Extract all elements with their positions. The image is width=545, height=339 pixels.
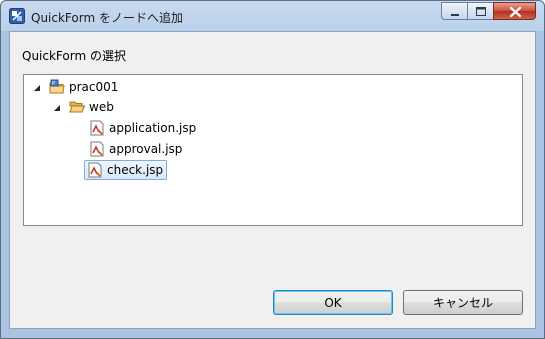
tree-node-text: check.jsp bbox=[107, 163, 164, 177]
close-button[interactable] bbox=[493, 2, 536, 20]
tree-node-approval-jsp[interactable]: approval.jsp bbox=[86, 139, 186, 159]
tree-node-text: application.jsp bbox=[109, 121, 197, 135]
expanded-arrow-icon[interactable] bbox=[52, 102, 62, 112]
svg-text:P: P bbox=[52, 81, 55, 87]
tree-node-label-wrap: P prac001 bbox=[46, 77, 122, 97]
dialog-window: QuickForm をノードへ追加 QuickForm の選択 P prac00… bbox=[0, 0, 545, 339]
tree-node-label-wrap: web bbox=[66, 97, 118, 117]
tree-node-label-wrap: approval.jsp bbox=[86, 139, 186, 159]
tree-node-check-jsp[interactable]: check.jsp bbox=[84, 160, 168, 180]
project-folder-icon: P bbox=[49, 79, 65, 95]
title-bar[interactable]: QuickForm をノードへ追加 bbox=[1, 1, 544, 31]
window-title: QuickForm をノードへ追加 bbox=[31, 11, 183, 25]
maximize-button[interactable] bbox=[467, 2, 493, 20]
maximize-icon bbox=[476, 7, 486, 16]
tree-node-text: web bbox=[89, 100, 114, 114]
section-label: QuickForm の選択 bbox=[22, 49, 126, 63]
cancel-button[interactable]: キャンセル bbox=[403, 290, 523, 315]
tree-node-application-jsp[interactable]: application.jsp bbox=[86, 118, 200, 138]
quickform-tree[interactable]: P prac001 web application.jsp approval.j… bbox=[23, 74, 523, 226]
tree-node-web[interactable]: web bbox=[52, 97, 118, 117]
jsp-file-icon bbox=[87, 162, 103, 178]
folder-open-icon bbox=[69, 99, 86, 115]
minimize-button[interactable] bbox=[441, 2, 467, 20]
jsp-file-icon bbox=[89, 120, 105, 136]
minimize-icon bbox=[451, 14, 459, 16]
ok-button[interactable]: OK bbox=[273, 290, 393, 315]
expanded-arrow-icon[interactable] bbox=[32, 82, 42, 92]
tree-node-prac001[interactable]: P prac001 bbox=[32, 77, 122, 97]
tree-node-label-wrap: application.jsp bbox=[86, 118, 200, 138]
tree-node-text: prac001 bbox=[69, 80, 119, 94]
tree-node-text: approval.jsp bbox=[109, 142, 183, 156]
close-icon bbox=[509, 6, 522, 18]
tree-node-label-wrap: check.jsp bbox=[84, 160, 168, 180]
app-icon bbox=[9, 8, 25, 24]
jsp-file-icon bbox=[89, 141, 105, 157]
dialog-client-area: QuickForm の選択 P prac001 web application.… bbox=[9, 31, 536, 329]
caption-buttons bbox=[441, 2, 536, 22]
